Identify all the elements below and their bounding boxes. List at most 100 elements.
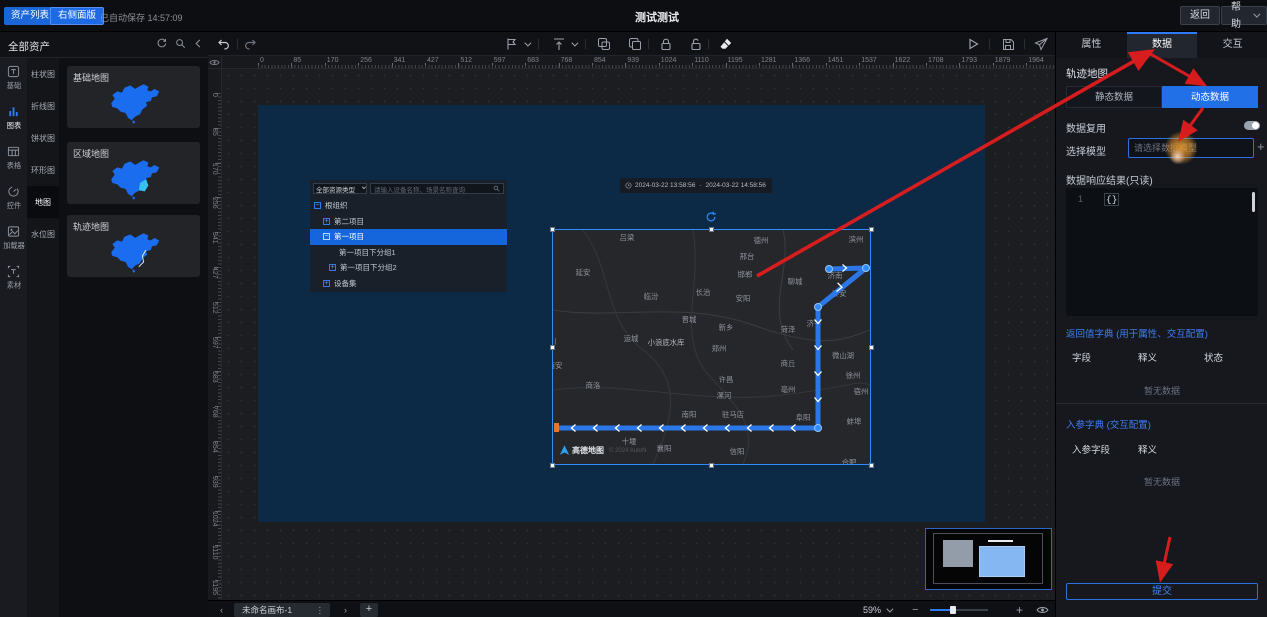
ruler-corner [208,56,222,69]
ruler-label: 1964 [1028,57,1044,64]
undo-icon[interactable] [216,37,230,51]
submit-button[interactable]: 提交 [1066,583,1258,600]
china-map-thumbnail [103,232,165,274]
ruler-label: 512 [211,302,218,314]
material-icon [7,265,20,278]
expand-icon[interactable]: + [323,280,330,287]
amap-logo-icon [559,445,570,456]
asset-list-button[interactable]: 资产列表 [4,7,56,25]
tree-item[interactable]: −根组织 [310,198,507,214]
eraser-icon[interactable] [719,37,733,51]
model-select-input[interactable]: 请选择数据模型 [1128,138,1254,158]
asset-card-region-map[interactable]: 区域地图 [67,142,200,204]
right-panel-button[interactable]: 右侧面版 [50,7,104,25]
tree-item[interactable]: + 第一项目下分组2 [310,260,507,276]
group-icon[interactable] [597,37,611,51]
tree-item[interactable]: +设备集 [310,276,507,292]
asset-card-track-map[interactable]: 轨迹地图 [67,215,200,277]
align-top-icon[interactable] [552,37,566,51]
tree-item[interactable]: 第一项目下分组1 [310,245,507,261]
param-empty-state: 暂无数据 [1056,475,1267,488]
ruler-label: 341 [394,57,406,64]
return-dict-title: 返回值字典 (用于属性、交互配置) [1066,326,1208,340]
tree-item-label: 第二项目 [334,216,364,227]
category-item[interactable]: 水位图 [27,218,59,250]
category-item[interactable]: 环形图 [27,154,59,186]
eye-icon[interactable] [209,58,220,67]
refresh-icon[interactable] [156,38,167,49]
tree-search-input[interactable]: 请输入设备名称、场景名称查询 [370,183,504,194]
category-item[interactable]: 地图 [27,186,59,218]
date-separator: - [699,182,701,189]
dashboard-canvas[interactable]: 全部资源类型 请输入设备名称、场景名称查询 −根组织+第二项目−第一项目第一项目… [258,105,985,522]
asset-card-basic-map[interactable]: 基础地图 [67,66,200,128]
zoom-level-dropdown[interactable]: 59% [863,605,891,615]
rotate-handle[interactable] [705,211,717,223]
zoom-in-button[interactable]: + [1016,603,1023,617]
publish-icon[interactable] [1034,37,1048,51]
chevron-down-icon[interactable] [571,40,578,47]
tree-item[interactable]: + 第二项目 [310,214,507,230]
bottom-bar: ‹ 未命名画布-1 ⋮ › + 59% − + [208,600,1055,617]
collapse-panel-icon[interactable] [194,38,202,49]
add-model-button[interactable]: + [1257,139,1265,154]
nav-item-tables[interactable]: 表格 [0,138,27,178]
nav-item-materials[interactable]: 素材 [0,258,27,298]
next-canvas-icon[interactable]: › [344,605,347,615]
redo-icon[interactable] [244,37,258,51]
preview-play-icon[interactable] [966,37,980,51]
nav-item-loaders[interactable]: 加载器 [0,218,27,258]
device-tree-widget[interactable]: 全部资源类型 请输入设备名称、场景名称查询 −根组织+第二项目−第一项目第一项目… [310,180,507,292]
collapse-icon[interactable]: − [314,202,321,209]
category-item[interactable]: 柱状图 [27,58,59,90]
tree-item[interactable]: −第一项目 [310,229,507,245]
static-data-button[interactable]: 静态数据 [1066,86,1162,108]
tree-item-label: 第一项目下分组2 [340,262,397,273]
add-canvas-button[interactable]: + [360,603,378,617]
prev-canvas-icon[interactable]: ‹ [220,605,223,615]
help-dropdown[interactable]: 帮助 [1221,6,1267,25]
nav-item-controls[interactable]: 控件 [0,178,27,218]
expand-icon[interactable]: + [329,264,336,271]
nav-item-basic[interactable]: 基础 [0,58,27,98]
collapse-icon[interactable]: − [323,233,330,240]
tab-data[interactable]: 数据 [1127,32,1198,58]
category-item[interactable]: 折线图 [27,90,59,122]
expand-icon[interactable]: + [323,218,330,225]
date-range-picker[interactable]: 2024-03-22 13:58:56 - 2024-03-22 14:58:5… [620,178,772,193]
zoom-out-button[interactable]: − [912,604,918,616]
unlock-icon[interactable] [689,37,703,51]
canvas-tab-menu-icon[interactable]: ⋮ [316,603,325,617]
response-json-editor[interactable]: 1 {} [1066,188,1258,316]
minimap[interactable] [925,528,1052,590]
category-item[interactable]: 饼状图 [27,122,59,154]
zoom-slider-handle[interactable] [950,606,956,614]
eye-icon[interactable] [1036,605,1049,615]
search-icon[interactable] [175,38,186,49]
ruler-label: 1281 [761,57,777,64]
canvas-tab[interactable]: 未命名画布-1 ⋮ [234,603,330,617]
save-icon[interactable] [1001,37,1015,51]
data-reuse-toggle[interactable] [1244,121,1260,130]
dynamic-data-button[interactable]: 动态数据 [1162,86,1258,108]
editor-scrollbar[interactable] [1252,192,1255,212]
tab-properties[interactable]: 属性 [1056,32,1127,58]
app-root: 资产列表 右侧面版 已自动保存 14:57:09 测试测试 返回 帮助 全部资产… [0,0,1267,617]
chevron-down-icon[interactable] [524,40,531,47]
resource-type-dropdown[interactable]: 全部资源类型 [313,183,367,194]
param-dict-title: 入参字典 (交互配置) [1066,417,1151,431]
copy-icon[interactable] [628,37,642,51]
ruler-label: 1110 [211,545,218,560]
data-reuse-label: 数据复用 [1066,120,1106,135]
lock-icon[interactable] [659,37,673,51]
ruler-label: 170 [327,57,339,64]
nav-item-charts[interactable]: 图表 [0,98,27,138]
minimap-tree-rect [943,540,973,567]
china-map-thumbnail [103,159,165,201]
canvas-workspace[interactable]: 全部资源类型 请输入设备名称、场景名称查询 −根组织+第二项目−第一项目第一项目… [222,69,1055,600]
trajectory-map-widget[interactable]: 吕梁德州滨州邢台邯郸聊城济南延安临汾长治安阳泰安晋城新乡菏泽济宁运城小浪底水库郑… [553,230,870,464]
back-button[interactable]: 返回 [1180,6,1220,25]
tab-interaction[interactable]: 交互 [1197,32,1267,58]
flag-icon[interactable] [505,37,519,51]
gauge-icon [7,185,20,198]
